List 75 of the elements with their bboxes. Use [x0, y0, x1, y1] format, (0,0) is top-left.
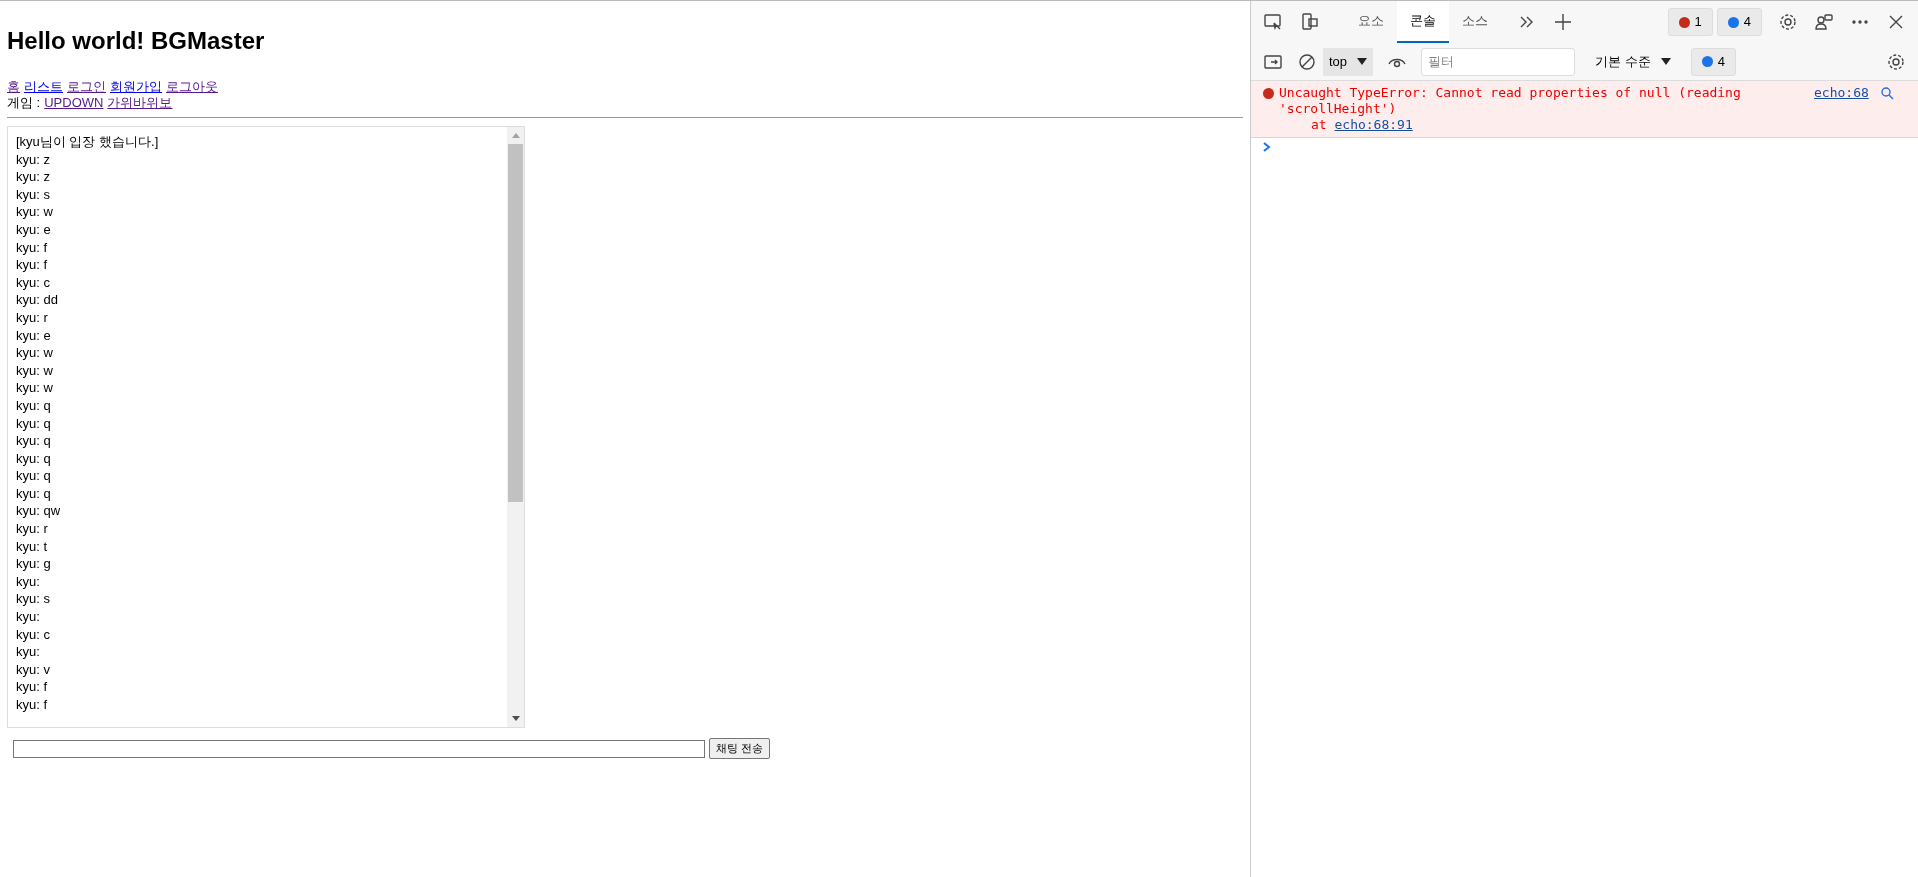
chat-message: kyu: e	[16, 326, 51, 345]
chat-message: kyu: q	[16, 396, 51, 415]
chat-message: kyu: r	[16, 308, 48, 327]
caret-icon	[1660, 58, 1671, 65]
game-link[interactable]: 가위바위보	[107, 95, 173, 110]
chat-message: kyu: q	[16, 484, 51, 503]
settings-icon[interactable]	[1778, 12, 1798, 32]
context-select[interactable]: top	[1323, 47, 1374, 76]
chat-message: kyu: z	[16, 150, 50, 169]
chat-message: kyu: w	[16, 344, 53, 362]
chat-message: kyu: f	[16, 238, 48, 257]
chat-message: kyu: r	[16, 520, 48, 538]
chat-message: kyu:	[16, 643, 40, 661]
stack-prefix: at	[1311, 117, 1327, 132]
page-heading: Hello world! BGMaster	[7, 26, 266, 56]
error-message: Uncaught TypeError: Cannot read properties of null (reading 'scrollHeight')	[1279, 85, 1742, 117]
chat-message: kyu: s	[16, 590, 50, 609]
chat-message: kyu: c	[16, 273, 50, 292]
chat-message: kyu: w	[16, 361, 53, 380]
chat-message: kyu:	[16, 572, 40, 591]
chat-message: kyu: e	[16, 220, 51, 239]
prompt-icon	[1263, 142, 1271, 152]
message-icon	[1701, 56, 1713, 67]
error-count-badge[interactable]: 1	[1667, 8, 1713, 36]
chat-message: kyu: dd	[16, 291, 58, 309]
nav-link[interactable]: 홈	[7, 79, 20, 94]
nav-link[interactable]: 로그인	[67, 79, 106, 94]
chat-message: kyu: w	[16, 203, 53, 221]
settings-icon[interactable]	[1886, 51, 1906, 72]
devtools-tab[interactable]: 소스	[1449, 1, 1501, 43]
game-link[interactable]: UPDOWN	[44, 95, 104, 110]
chat-message: kyu: t	[16, 537, 48, 556]
message-icon	[1727, 16, 1739, 28]
source-link[interactable]: echo:68	[1814, 85, 1869, 101]
nav-link[interactable]: 리스트	[24, 79, 63, 94]
chat-message: kyu:	[16, 608, 40, 626]
chat-message: [kyu님이 입장 했습니다.]	[16, 133, 159, 151]
search-icon[interactable]	[1880, 87, 1894, 100]
error-icon	[1678, 16, 1690, 28]
add-icon[interactable]	[1553, 12, 1573, 32]
game-label: 게임 :	[7, 95, 41, 110]
chat-message: kyu: q	[16, 449, 51, 468]
stack-link[interactable]: echo:68:91	[1334, 117, 1413, 132]
devtools-tab[interactable]: 콘솔	[1397, 1, 1449, 43]
send-button[interactable]: 채팅 전송	[709, 738, 771, 759]
inspect-icon[interactable]	[1263, 12, 1283, 32]
chat-message: kyu: f	[16, 678, 48, 696]
level-select[interactable]: 기본 수준	[1589, 51, 1677, 72]
scroll-down-icon[interactable]	[511, 716, 520, 721]
chat-message: kyu: q	[16, 467, 51, 485]
scrollbar-thumb[interactable]	[508, 144, 523, 502]
filter-field[interactable]: 필터	[1421, 47, 1576, 76]
chat-message: kyu: v	[16, 660, 50, 679]
chat-input[interactable]	[13, 739, 705, 758]
nav-link[interactable]: 로그아웃	[166, 79, 218, 94]
chat-message: kyu: c	[16, 625, 50, 644]
clear-icon[interactable]	[1297, 51, 1317, 72]
chat-message: kyu: q	[16, 432, 51, 450]
chat-message: kyu: q	[16, 414, 51, 433]
message-count-badge[interactable]: 4	[1690, 47, 1736, 76]
device-icon[interactable]	[1299, 12, 1319, 32]
nav-link[interactable]: 회원가입	[110, 79, 162, 94]
chat-message: kyu: g	[16, 555, 51, 573]
devtools-tab[interactable]: 요소	[1345, 1, 1397, 43]
caret-icon	[1357, 58, 1368, 65]
message-count-badge[interactable]: 4	[1716, 8, 1762, 36]
chat-message: kyu: f	[16, 256, 48, 274]
people-icon[interactable]	[1814, 12, 1834, 32]
chat-message: kyu: z	[16, 168, 50, 186]
error-icon	[1263, 88, 1274, 99]
chat-message: kyu: s	[16, 185, 50, 204]
chat-message: kyu: qw	[16, 502, 61, 521]
chat-message: kyu: w	[16, 379, 53, 397]
chat-message: kyu: f	[16, 696, 48, 714]
scrollbar[interactable]	[507, 127, 524, 727]
